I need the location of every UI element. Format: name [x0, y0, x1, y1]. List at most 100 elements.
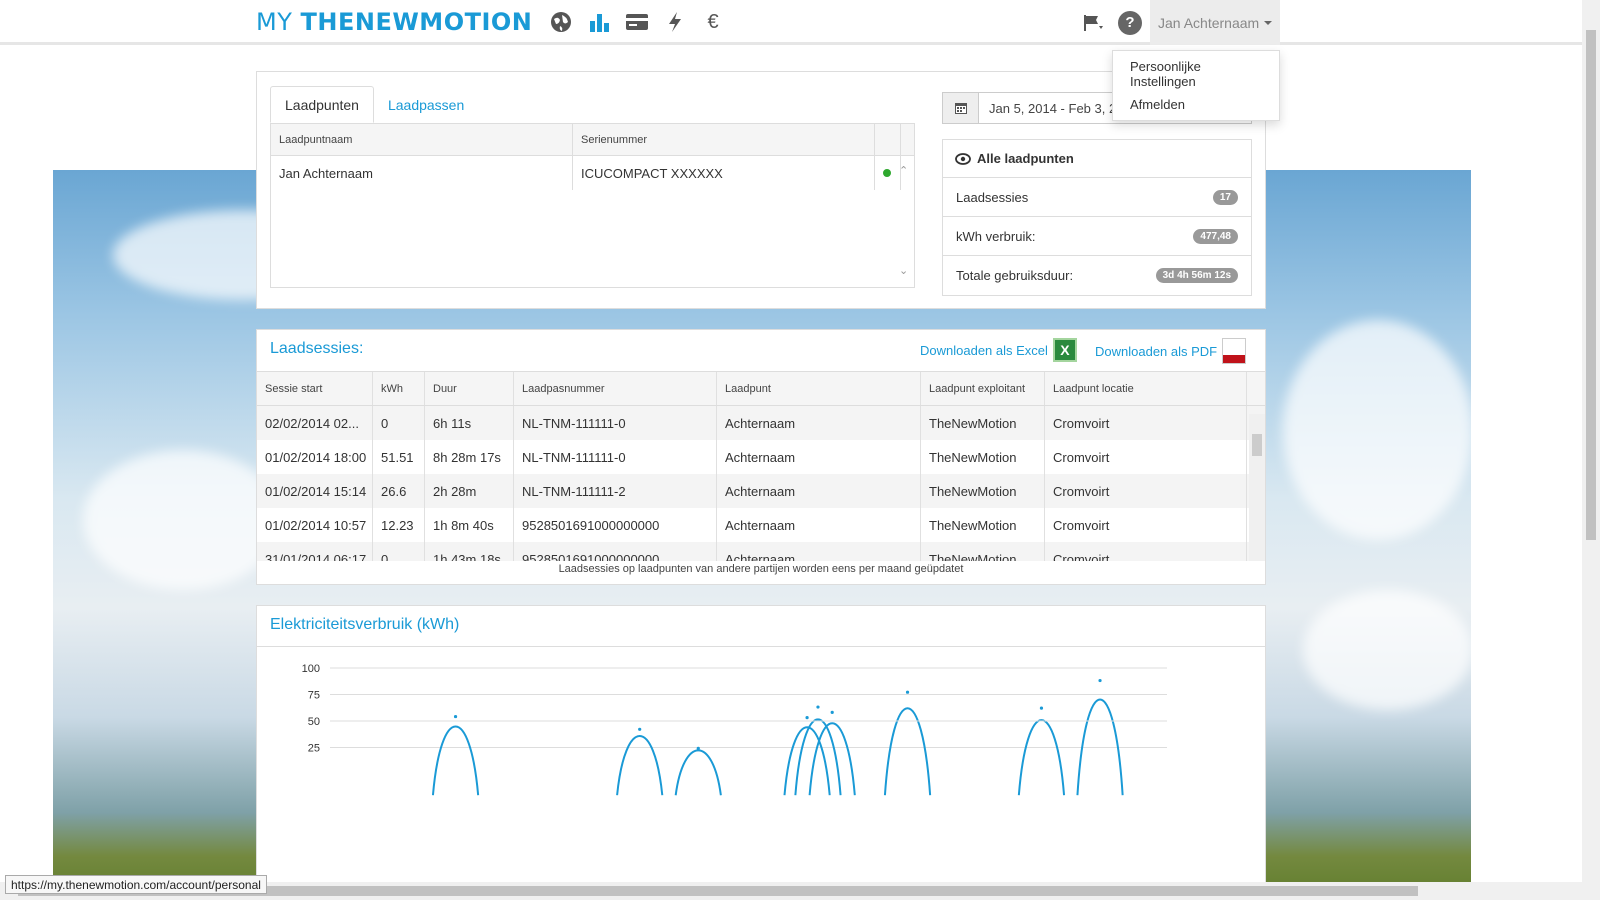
table-row[interactable]: 31/01/2014 06:17 0 1h 43m 18s 9528501691000… [257, 542, 1265, 561]
chart-title: Elektriciteitsverbruik (kWh) [270, 616, 460, 633]
brand-logo[interactable]: MY THENEWMOTION [256, 8, 532, 36]
column-header[interactable]: Laadpunt [717, 372, 921, 405]
data-point[interactable] [805, 716, 809, 720]
table-cell: 01/02/2014 10:57 [257, 508, 373, 542]
table-cell: 01/02/2014 18:00 [257, 440, 373, 474]
stat-label: Totale gebruiksduur: [956, 268, 1074, 283]
y-tick-label: 75 [308, 690, 320, 702]
sessions-scrollbar[interactable] [1249, 414, 1265, 561]
stat-label: kWh verbruik: [956, 228, 1036, 244]
download-pdf-link[interactable]: Downloaden als PDF [1095, 338, 1247, 364]
data-point[interactable] [453, 714, 458, 719]
excel-icon: X [1052, 338, 1077, 362]
top-navbar: MY THENEWMOTION € ? Jan Achternaam [0, 0, 1582, 45]
data-point[interactable] [830, 710, 834, 714]
table-cell: 01/02/2014 15:14 [257, 474, 373, 508]
table-cell: 51.51 [373, 440, 425, 474]
sessions-panel: Laadsessies: Downloaden als Excel X Down… [256, 329, 1266, 585]
table-cell: TheNewMotion [921, 406, 1045, 440]
sessions-footer-note: Laadsessies op laadpunten van andere par… [558, 563, 964, 575]
data-point[interactable] [905, 690, 910, 694]
globe-icon[interactable] [548, 9, 574, 35]
data-point[interactable] [816, 705, 820, 709]
vertical-scrollbar[interactable] [1582, 0, 1600, 900]
table-cell: 9528501691000000000 [514, 542, 717, 561]
table-cell: 6h 11s [425, 406, 514, 440]
stats-title: Alle laadpunten [977, 151, 1074, 166]
tab-laadpassen[interactable]: Laadpassen [374, 86, 478, 123]
table-cell: Cromvoirt [1045, 440, 1247, 474]
chevron-down-icon[interactable]: ⌄ [899, 264, 908, 277]
column-header-serial[interactable]: Serienummer [573, 124, 875, 155]
stat-row: kWh verbruik: 477,48 [943, 217, 1251, 256]
tab-laadpunten[interactable]: Laadpunten [270, 86, 374, 123]
pdf-icon [1222, 338, 1247, 364]
table-cell: 1h 8m 40s [425, 508, 514, 542]
stat-row: Laadsessies 17 [943, 178, 1251, 217]
bolt-icon[interactable] [662, 9, 688, 35]
column-header[interactable]: kWh [373, 372, 425, 405]
logo-brand: THENEWMOTION [300, 8, 533, 36]
calendar-icon[interactable] [943, 93, 979, 123]
download-excel-link[interactable]: Downloaden als Excel X [920, 338, 1077, 362]
table-cell: Cromvoirt [1045, 542, 1247, 561]
bar-chart-icon[interactable] [586, 9, 612, 35]
table-cell: 1h 43m 18s [425, 542, 514, 561]
table-row[interactable]: 01/02/2014 10:57 12.23 1h 8m 40s 9528501691… [257, 508, 1265, 542]
data-point[interactable] [1039, 706, 1044, 710]
user-menu-toggle[interactable]: Jan Achternaam [1150, 0, 1281, 45]
table-cell: NL-TNM-111111-0 [514, 406, 717, 440]
table-cell: 02/02/2014 02... [257, 406, 373, 440]
table-cell: NL-TNM-111111-0 [514, 440, 717, 474]
table-row[interactable]: Jan Achternaam ICUCOMPACT XXXXXX [271, 156, 914, 190]
stat-badge: 3d 4h 56m 12s [1155, 268, 1238, 283]
chevron-up-icon[interactable]: ⌃ [899, 164, 908, 177]
download-pdf-label: Downloaden als PDF [1095, 343, 1218, 359]
data-point[interactable] [696, 746, 700, 750]
table-cell: 2h 28m [425, 474, 514, 508]
column-header-name[interactable]: Laadpuntnaam [271, 124, 573, 155]
status-bar-url: https://my.thenewmotion.com/account/pers… [5, 875, 267, 894]
column-header[interactable]: Duur [425, 372, 514, 405]
table-cell: NL-TNM-111111-2 [514, 474, 717, 508]
table-cell: 26.6 [373, 474, 425, 508]
euro-icon[interactable]: € [700, 9, 726, 35]
table-row[interactable]: 01/02/2014 15:14 26.6 2h 28m NL-TNM-111111-… [257, 474, 1265, 508]
table-cell: Achternaam [717, 508, 921, 542]
table-cell: Achternaam [717, 542, 921, 561]
chargepoint-name: Jan Achternaam [271, 156, 573, 190]
card-icon[interactable] [624, 9, 650, 35]
flag-icon[interactable] [1076, 0, 1110, 45]
table-cell: Achternaam [717, 406, 921, 440]
column-header-status [875, 124, 901, 155]
data-point[interactable] [638, 727, 642, 731]
stat-label: Laadsessies [956, 189, 1029, 205]
menu-item-logout[interactable]: Afmelden [1113, 93, 1279, 116]
table-cell: 9528501691000000000 [514, 508, 717, 542]
stats-panel: Alle laadpunten Laadsessies 17 kWh verbr… [942, 139, 1252, 296]
stat-badge: 17 [1212, 189, 1238, 205]
menu-item-personal-settings[interactable]: Persoonlijke Instellingen [1113, 55, 1279, 93]
user-dropdown-menu: Persoonlijke Instellingen Afmelden [1112, 50, 1280, 121]
column-header[interactable]: Laadpunt locatie [1045, 372, 1247, 405]
logo-my: MY [256, 8, 301, 36]
column-header[interactable]: Sessie start [257, 372, 373, 405]
column-header[interactable]: Laadpunt exploitant [921, 372, 1045, 405]
chargepoint-serial: ICUCOMPACT XXXXXX [573, 156, 875, 190]
table-row[interactable]: 02/02/2014 02... 0 6h 11s NL-TNM-111111-0 Ac… [257, 406, 1265, 440]
table-cell: 0 [373, 406, 425, 440]
table-row[interactable]: 01/02/2014 18:00 51.51 8h 28m 17s NL-TNM-11… [257, 440, 1265, 474]
column-header[interactable]: Laadpasnummer [514, 372, 717, 405]
table-cell: TheNewMotion [921, 508, 1045, 542]
table-cell: TheNewMotion [921, 542, 1045, 561]
download-excel-label: Downloaden als Excel [920, 342, 1048, 358]
data-point[interactable] [1098, 678, 1102, 683]
table-cell: 12.23 [373, 508, 425, 542]
caret-down-icon [1264, 20, 1273, 25]
status-online-icon [883, 169, 891, 177]
help-icon[interactable]: ? [1118, 10, 1142, 35]
stat-row: Totale gebruiksduur: 3d 4h 56m 12s [943, 256, 1251, 295]
table-cell: 31/01/2014 06:17 [257, 542, 373, 561]
eye-icon [955, 152, 971, 165]
user-name: Jan Achternaam [1158, 14, 1260, 31]
